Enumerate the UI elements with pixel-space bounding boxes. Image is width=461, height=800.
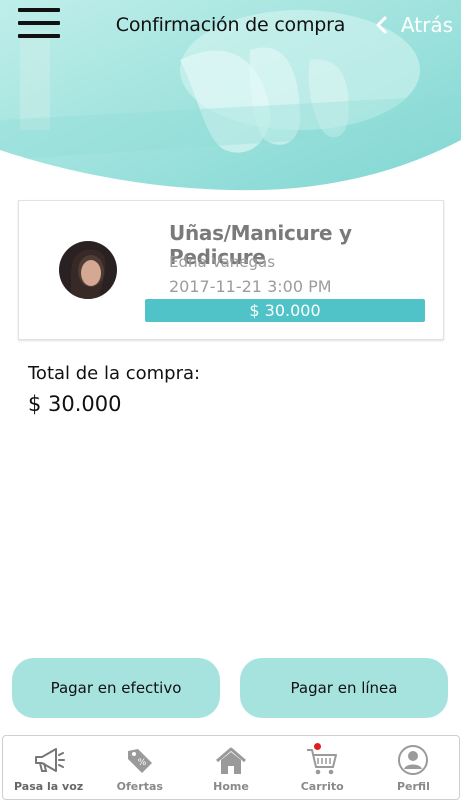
svg-text:%: %	[138, 758, 147, 768]
bottom-nav: Pasa la voz % Ofertas Home Carrito Perfi…	[2, 735, 460, 800]
home-icon	[216, 747, 246, 774]
nav-label: Pasa la voz	[14, 780, 84, 793]
nav-label: Perfil	[396, 780, 430, 793]
order-card: Uñas/Manicure y Pedicure Edna Vanegas 20…	[18, 200, 444, 340]
provider-avatar	[59, 241, 117, 299]
cart-badge	[313, 743, 321, 750]
total-value: $ 30.000	[28, 392, 122, 416]
pay-online-button[interactable]: Pagar en línea	[240, 658, 448, 718]
nav-item-carrito[interactable]: Carrito	[277, 736, 368, 799]
nav-label: Ofertas	[116, 780, 163, 793]
back-label: Atrás	[400, 13, 453, 37]
chevron-left-icon	[376, 16, 387, 34]
nav-item-pasa-la-voz[interactable]: Pasa la voz	[3, 736, 94, 799]
back-button[interactable]: Atrás	[375, 10, 453, 40]
profile-icon	[398, 745, 429, 775]
provider-name: Edna Vanegas	[169, 253, 276, 271]
cart-icon	[307, 749, 338, 775]
nav-label: Home	[213, 780, 249, 793]
nav-item-ofertas[interactable]: % Ofertas	[94, 736, 185, 799]
price-badge: $ 30.000	[145, 299, 425, 322]
appointment-datetime: 2017-11-21 3:00 PM	[169, 277, 332, 296]
nav-label: Carrito	[300, 780, 344, 793]
nav-item-perfil[interactable]: Perfil	[368, 736, 459, 799]
total-label: Total de la compra:	[28, 363, 201, 384]
nav-item-home[interactable]: Home	[185, 736, 276, 799]
header: Confirmación de compra Atrás	[0, 0, 461, 200]
tag-icon: %	[127, 749, 152, 773]
hamburger-line	[18, 8, 60, 12]
pay-cash-button[interactable]: Pagar en efectivo	[12, 658, 220, 718]
megaphone-icon	[34, 748, 65, 772]
